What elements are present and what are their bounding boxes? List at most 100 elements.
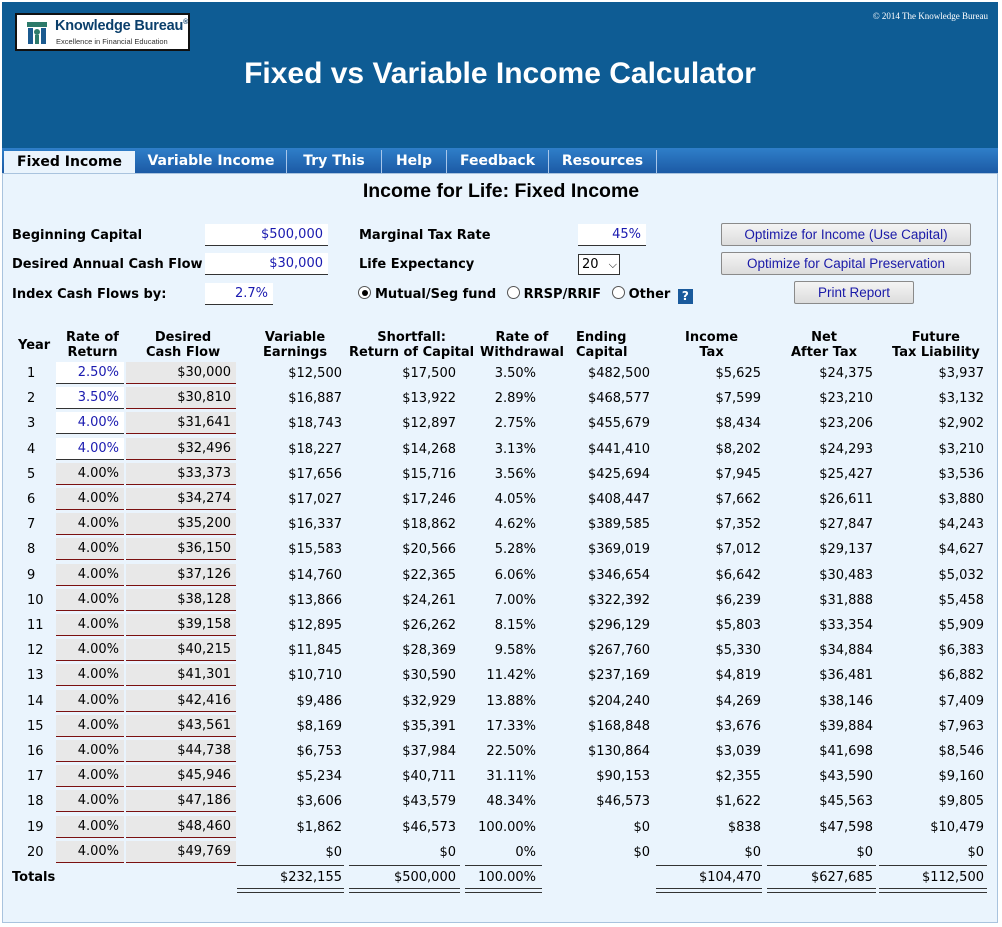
logo-icon [27,22,47,44]
header-net-after-tax: Net After Tax [791,330,858,360]
rate-input: 4.00% [56,790,124,813]
radio-other[interactable] [611,286,625,299]
net-after-tax-cell: $26,611 [819,492,873,507]
tab-resources[interactable]: Resources [549,150,657,173]
ending-capital-cell: $46,573 [596,794,650,810]
optimize-income-button[interactable]: Optimize for Income (Use Capital) [721,223,971,246]
life-expectancy-label: Life Expectancy [359,257,475,272]
cash-flow-cell: $48,460 [126,815,236,838]
radio-other-label: Other [628,287,671,302]
optimize-capital-button[interactable]: Optimize for Capital Preservation [721,252,971,275]
header-ending-capital: Ending Capital [576,330,628,360]
year-cell: 4 [27,441,36,457]
logo-tagline: Excellence in Financial Education [56,37,168,46]
net-after-tax-cell: $24,293 [819,441,873,457]
shortfall-cell: $46,573 [402,819,456,835]
year-cell: 3 [27,416,36,432]
ending-capital-cell: $237,169 [587,668,650,684]
year-cell: 14 [27,693,44,709]
year-cell: 20 [27,844,44,860]
year-cell: 19 [27,819,44,835]
rate-input[interactable]: 4.00% [56,437,124,460]
net-after-tax-cell: $30,483 [819,567,873,583]
future-tax-cell: $4,243 [938,517,985,533]
shortfall-cell: $43,579 [402,794,456,810]
future-tax-cell: $6,882 [938,668,985,684]
income-tax-cell: $4,269 [715,693,762,709]
rate-input: 4.00% [56,639,124,662]
shortfall-cell: $17,246 [402,492,456,507]
cash-flow-cell: $43,561 [126,714,236,737]
header-income-tax: Income Tax [685,330,739,360]
net-after-tax-cell: $23,210 [819,391,873,407]
radio-mutual-seg[interactable] [358,286,371,299]
beginning-capital-input[interactable]: $500,000 [205,224,328,246]
cash-flow-cell: $49,769 [126,840,236,863]
knowledge-bureau-logo[interactable]: Knowledge Bureau® Excellence in Financia… [15,13,190,51]
future-tax-cell: $2,902 [938,416,985,432]
life-expectancy-value: 20 [582,257,599,272]
cash-flow-cell: $38,128 [126,588,236,611]
total-future-tax: $112,500 [921,870,984,885]
shortfall-cell: $30,590 [402,668,456,684]
earnings-cell: $16,887 [288,391,342,407]
tax-rate-label: Marginal Tax Rate [359,228,491,243]
beginning-capital-label: Beginning Capital [12,228,143,243]
shortfall-cell: $0 [439,844,456,860]
income-tax-cell: $7,662 [715,492,762,507]
income-tax-cell: $5,625 [715,366,762,381]
shortfall-cell: $35,391 [402,718,456,734]
tab-help[interactable]: Help [382,150,447,173]
withdrawal-cell: 4.05% [494,492,536,507]
chevron-down-icon: ⌵ [608,258,617,271]
withdrawal-cell: 5.28% [494,542,536,558]
earnings-cell: $15,583 [288,542,342,558]
rate-input[interactable]: 3.50% [56,387,124,410]
tab-variable-income[interactable]: Variable Income [136,150,287,173]
cash-flow-cell: $33,373 [126,462,236,485]
future-tax-cell: $3,937 [938,366,985,381]
earnings-cell: $0 [325,844,342,860]
shortfall-cell: $32,929 [402,693,456,709]
tab-bar: Fixed Income Variable Income Try This He… [2,148,998,174]
ending-capital-cell: $90,153 [596,769,650,785]
index-cash-flows-input[interactable]: 2.7% [205,283,273,305]
shortfall-cell: $22,365 [402,567,456,583]
income-tax-cell: $7,945 [715,466,762,482]
rate-input[interactable]: 4.00% [56,412,124,435]
life-expectancy-select[interactable]: 20 ⌵ [578,254,620,275]
net-after-tax-cell: $34,884 [819,643,873,659]
net-after-tax-cell: $43,590 [819,769,873,785]
income-tax-cell: $5,803 [715,618,762,633]
ending-capital-cell: $441,410 [587,441,650,457]
tab-try-this[interactable]: Try This [287,150,382,173]
radio-rrsp-rrif[interactable] [506,286,520,299]
withdrawal-cell: 9.58% [494,643,536,659]
future-tax-cell: $3,880 [938,492,985,507]
rate-input: 4.00% [56,840,124,863]
tab-fixed-income[interactable]: Fixed Income [4,151,135,174]
withdrawal-cell: 3.56% [494,466,536,482]
help-icon[interactable]: ? [677,289,693,304]
rate-input: 4.00% [56,714,124,737]
withdrawal-cell: 7.00% [494,592,536,608]
ending-capital-cell: $130,864 [587,744,650,759]
rate-input[interactable]: 2.50% [56,362,124,384]
future-tax-cell: $3,132 [938,391,985,407]
header-year: Year [18,338,51,353]
cash-flow-cell: $42,416 [126,689,236,712]
totals-label: Totals [12,870,56,885]
year-cell: 16 [27,744,44,759]
income-tax-cell: $4,819 [715,668,762,684]
rate-input: 4.00% [56,538,124,561]
desired-cash-flow-input[interactable]: $30,000 [205,253,328,275]
ending-capital-cell: $346,654 [587,567,650,583]
year-cell: 17 [27,769,44,785]
print-report-button[interactable]: Print Report [794,281,914,304]
tax-rate-input[interactable]: 45% [578,224,646,246]
index-cash-flows-label: Index Cash Flows by: [12,287,167,302]
income-tax-cell: $8,434 [715,416,762,432]
tab-feedback[interactable]: Feedback [447,150,549,173]
future-tax-cell: $7,409 [938,693,985,709]
total-separator [349,865,460,866]
